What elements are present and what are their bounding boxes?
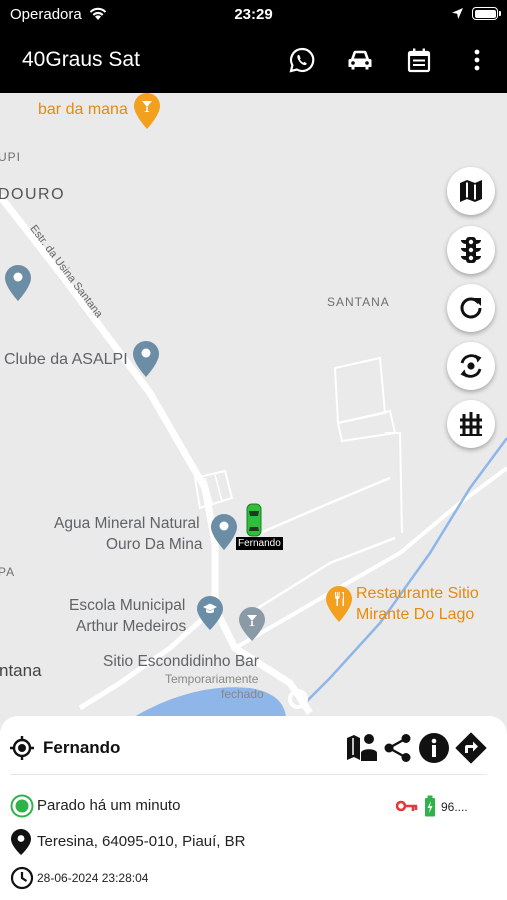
refresh-button[interactable] [447, 284, 495, 332]
poi-label-bar-da-mana: bar da mana [38, 101, 128, 118]
share-button[interactable] [383, 733, 413, 763]
app-bar: 40Graus Sat [0, 28, 507, 93]
street-view-button[interactable] [346, 733, 378, 763]
vehicle-address: Teresina, 64095-010, Piauí, BR [37, 833, 246, 850]
battery-value: 96.... [441, 800, 468, 814]
vehicle-status-text: Parado há um minuto [37, 797, 181, 814]
whatsapp-icon [289, 47, 315, 73]
status-time: 23:29 [234, 6, 273, 23]
person-map-icon [347, 734, 377, 761]
poi-label-agua-1: Agua Mineral Natural [54, 515, 200, 532]
ignition-key-icon [396, 800, 418, 812]
share-icon [384, 734, 411, 762]
more-vert-icon [474, 49, 480, 71]
map-view[interactable]: bar da mana UPI DOURO Estr. da Usina San… [0, 93, 507, 733]
location-arrow-icon [452, 8, 463, 19]
map-layers-icon [460, 180, 482, 202]
location-pin-icon[interactable] [5, 265, 31, 301]
club-pin-icon[interactable] [133, 341, 159, 377]
bar-gray-pin-icon[interactable] [239, 607, 265, 641]
agua-pin-icon[interactable] [211, 514, 237, 550]
map-type-button[interactable] [447, 167, 495, 215]
auto-refresh-button[interactable] [447, 342, 495, 390]
poi-label-clube: Clube da ASALPI [4, 351, 128, 368]
poi-label-restaurante-1: Restaurante Sitio [356, 585, 479, 602]
restaurant-pin-icon[interactable] [326, 586, 352, 622]
last-update-datetime: 28-06-2024 23:28:04 [37, 871, 149, 885]
clock-icon [10, 866, 34, 890]
poi-label-sitio: Sitio Escondidinho Bar [103, 653, 259, 670]
poi-label-escola-1: Escola Municipal [69, 597, 186, 614]
poi-label-temp-1: Temporariamente [165, 672, 259, 686]
status-bar: Operadora 23:29 [0, 0, 507, 28]
info-button[interactable] [418, 732, 450, 764]
info-icon [419, 733, 449, 763]
poi-label-agua-2: Ouro Da Mina [106, 536, 203, 553]
car-icon [348, 50, 372, 70]
map-label-pa: PA [0, 565, 16, 579]
map-label-santana: SANTANA [327, 295, 390, 309]
location-pin-icon [11, 829, 31, 855]
directions-button[interactable] [455, 732, 487, 764]
battery-icon [472, 7, 501, 20]
more-options-button[interactable] [461, 44, 493, 76]
status-indicator-icon [10, 794, 34, 818]
vehicle-map-label: Fernando [236, 537, 283, 550]
map-label-ntana: ntana [0, 661, 42, 680]
poi-label-restaurante-2: Mirante Do Lago [356, 606, 475, 623]
map-label-douro: DOURO [0, 186, 66, 203]
history-calendar-button[interactable] [403, 44, 435, 76]
map-label-upi: UPI [0, 150, 22, 164]
app-title: 40Graus Sat [22, 48, 140, 71]
poi-label-temp-2: fechado [221, 687, 264, 701]
vehicle-car-icon [246, 503, 262, 537]
auto-refresh-icon [460, 354, 482, 378]
fence-grid-icon [460, 412, 482, 436]
directions-icon [455, 732, 487, 764]
traffic-button[interactable] [447, 226, 495, 274]
bar-pin-icon[interactable] [134, 93, 160, 129]
school-pin-icon[interactable] [197, 596, 223, 630]
traffic-light-icon [461, 237, 481, 263]
fence-button[interactable] [447, 400, 495, 448]
gps-target-icon [10, 736, 34, 760]
poi-label-escola-2: Arthur Medeiros [76, 618, 187, 635]
vehicle-info-panel: Fernando Parado há um minuto 96.... Tere… [0, 716, 507, 900]
vehicles-button[interactable] [344, 44, 376, 76]
refresh-icon [460, 297, 482, 319]
whatsapp-button[interactable] [286, 44, 318, 76]
battery-level-icon [425, 795, 435, 817]
vehicle-name: Fernando [43, 738, 121, 757]
panel-divider [10, 774, 487, 775]
calendar-icon [407, 48, 431, 73]
